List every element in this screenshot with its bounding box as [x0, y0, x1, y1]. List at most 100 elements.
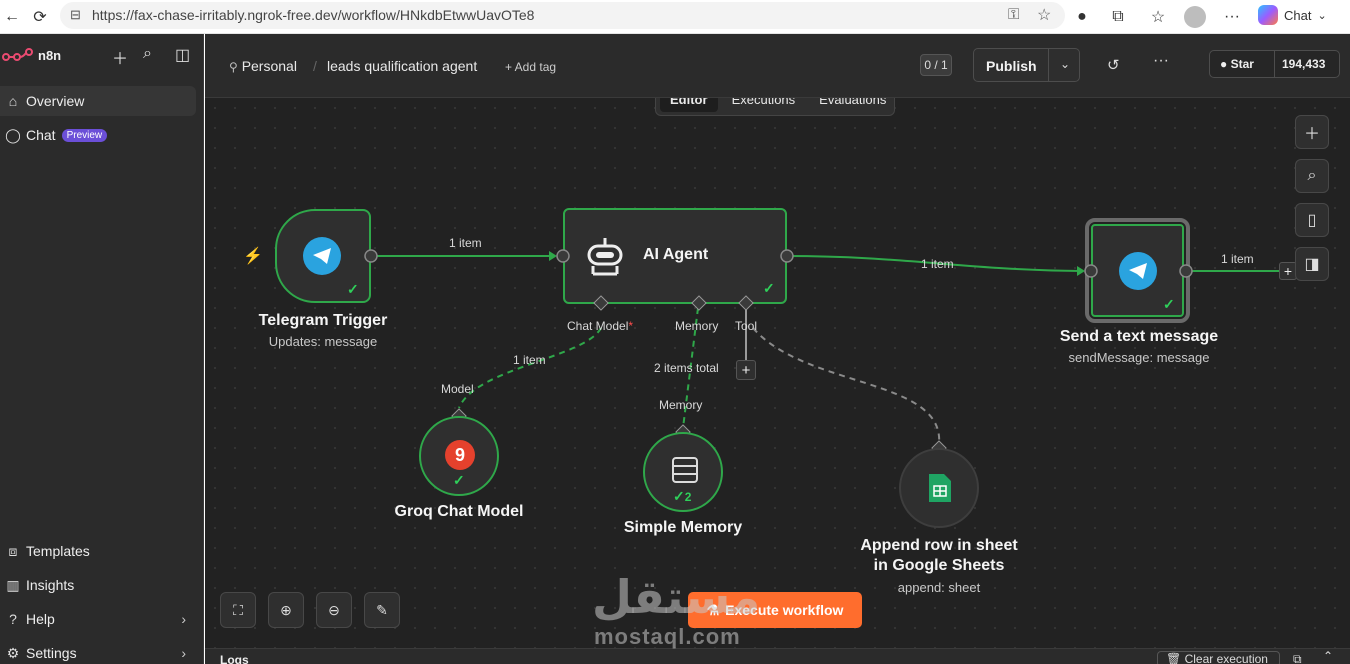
- success-check-icon: ✓: [1163, 296, 1175, 312]
- node-ai-agent[interactable]: AI Agent ✓: [563, 208, 787, 304]
- zoom-in-button[interactable]: ⊕: [268, 592, 304, 628]
- add-tool-plus-button[interactable]: +: [736, 360, 756, 380]
- sidebar-item-chat[interactable]: ◯ Chat Preview: [0, 120, 196, 150]
- search-icon[interactable]: ⌕: [143, 45, 152, 63]
- node-subtitle: append: sheet: [897, 580, 981, 595]
- edge-count-label: 1 item: [921, 257, 954, 271]
- clear-execution-label: Clear execution: [1184, 652, 1268, 664]
- port-label-text: Chat Model: [567, 319, 629, 333]
- robot-icon: [587, 238, 623, 276]
- add-tag-button[interactable]: + Add tag: [505, 60, 556, 74]
- sidebar-item-label: Chat: [26, 127, 56, 143]
- extension-icon[interactable]: ●: [1070, 5, 1094, 29]
- node-title: Append row in sheet: [860, 537, 1018, 554]
- sidebar-item-label: Settings: [26, 645, 77, 661]
- github-star-label: ● Star: [1220, 57, 1254, 71]
- key-icon[interactable]: ⚿: [1008, 6, 1019, 23]
- trigger-bolt-icon: ⚡: [243, 248, 263, 265]
- brand-logo[interactable]: n8n: [0, 44, 204, 68]
- publish-button[interactable]: Publish ⌄: [973, 48, 1080, 82]
- github-star-button[interactable]: ● Star 194,433: [1209, 50, 1340, 78]
- project-breadcrumb[interactable]: ⚲ Personal: [229, 58, 297, 74]
- breadcrumb-separator: /: [313, 58, 317, 74]
- chevron-down-icon[interactable]: ⌄: [1060, 57, 1070, 71]
- success-check-icon: ✓: [453, 472, 465, 488]
- profile-avatar-icon[interactable]: [1183, 5, 1207, 29]
- node-subtitle: Updates: message: [268, 334, 378, 349]
- zoom-out-button[interactable]: ⊖: [316, 592, 352, 628]
- node-groq-chat-model[interactable]: 9 ✓: [419, 416, 499, 496]
- node-title: AI Agent: [643, 246, 709, 263]
- logs-panel-bar[interactable]: Logs 🗑 Clear execution ⧉ ⌃: [205, 648, 1350, 664]
- insights-icon: ▥: [6, 576, 20, 593]
- sidebar-item-settings[interactable]: ⚙ Settings ›: [0, 638, 196, 664]
- sidebar-item-insights[interactable]: ▥ Insights: [0, 570, 196, 600]
- sidebar-item-help[interactable]: ? Help ›: [0, 604, 196, 634]
- popout-icon[interactable]: ⧉: [1293, 652, 1302, 664]
- node-title: Simple Memory: [623, 519, 743, 536]
- toggle-panel-button[interactable]: ◨: [1295, 247, 1329, 281]
- clear-execution-button[interactable]: 🗑 Clear execution: [1157, 651, 1280, 664]
- output-handle: [780, 249, 794, 263]
- settings-icon: ⚙: [6, 644, 20, 661]
- node-send-message[interactable]: ✓: [1091, 224, 1184, 317]
- search-nodes-button[interactable]: ⌕: [1295, 159, 1329, 193]
- back-icon[interactable]: ←: [0, 5, 24, 29]
- workflow-canvas[interactable]: Editor Executions Evaluations ⚡ ✓ Telegr…: [205, 98, 1350, 648]
- node-telegram-trigger[interactable]: ✓: [275, 209, 371, 303]
- required-mark: *: [628, 319, 634, 333]
- input-handle: [1084, 264, 1098, 278]
- database-icon: [672, 457, 698, 483]
- node-simple-memory[interactable]: ✓2: [643, 432, 723, 512]
- success-check-icon: ✓: [347, 281, 359, 297]
- site-info-icon[interactable]: ⊟: [70, 7, 81, 23]
- reload-icon[interactable]: ⟳: [28, 5, 52, 29]
- add-node-button[interactable]: ＋: [1295, 115, 1329, 149]
- node-google-sheets[interactable]: [899, 448, 979, 528]
- sidebar-item-overview[interactable]: ⌂ Overview: [0, 86, 196, 116]
- google-sheets-icon: [929, 474, 951, 502]
- telegram-icon: [1119, 252, 1157, 290]
- success-check-icon: ✓: [763, 280, 775, 296]
- sidebar-item-templates[interactable]: ⧈ Templates: [0, 536, 196, 566]
- favorites-icon[interactable]: ☆: [1146, 5, 1170, 29]
- help-icon: ?: [9, 611, 17, 627]
- workflow-name[interactable]: leads qualification agent: [327, 58, 477, 74]
- sticky-note-button[interactable]: ▯: [1295, 203, 1329, 237]
- edge-count-label: 2 items total: [654, 361, 719, 375]
- port-label-chat-model: Chat Model*: [567, 319, 633, 333]
- publish-divider: [1048, 49, 1049, 81]
- chevron-up-icon[interactable]: ⌃: [1323, 649, 1333, 663]
- telegram-icon: [303, 237, 341, 275]
- fit-view-button[interactable]: ⛶: [220, 592, 256, 628]
- extensions-puzzle-icon[interactable]: ⧉: [1106, 5, 1130, 29]
- collapse-sidebar-icon[interactable]: ◫: [175, 45, 190, 65]
- favorite-star-icon[interactable]: ☆: [1037, 5, 1051, 25]
- project-name: Personal: [241, 58, 297, 74]
- output-handle: [364, 249, 378, 263]
- sidebar-item-label: Help: [26, 611, 55, 627]
- note-icon: ▯: [1307, 212, 1317, 229]
- version-counter: 0 / 1: [920, 54, 952, 76]
- address-bar[interactable]: ⊟ https://fax-chase-irritably.ngrok-free…: [60, 2, 1065, 29]
- run-count: 2: [684, 490, 692, 504]
- more-options-icon[interactable]: ···: [1153, 52, 1169, 70]
- watermark: مستقل mostaql.com: [592, 570, 762, 650]
- port-label-memory: Memory: [659, 398, 703, 412]
- edge-count-label: 1 item: [1221, 252, 1254, 266]
- node-title: Send a text message: [1059, 328, 1219, 345]
- more-menu-icon[interactable]: ···: [1220, 5, 1244, 29]
- github-star-count: 194,433: [1282, 57, 1326, 71]
- tidy-up-button[interactable]: ✎: [364, 592, 400, 628]
- history-icon[interactable]: ↺: [1107, 56, 1120, 74]
- node-title: Groq Chat Model: [394, 503, 524, 520]
- port-label-model: Model: [441, 382, 474, 396]
- fit-view-icon: ⛶: [233, 601, 243, 618]
- copilot-icon: [1258, 5, 1278, 25]
- edge-count-label: 1 item: [513, 353, 546, 367]
- add-icon[interactable]: ＋: [112, 45, 128, 69]
- copilot-chat-button[interactable]: Chat ⌄: [1258, 2, 1346, 28]
- copilot-chat-label: Chat: [1284, 7, 1312, 23]
- chat-model-handle: [593, 295, 609, 311]
- github-divider: [1274, 51, 1275, 77]
